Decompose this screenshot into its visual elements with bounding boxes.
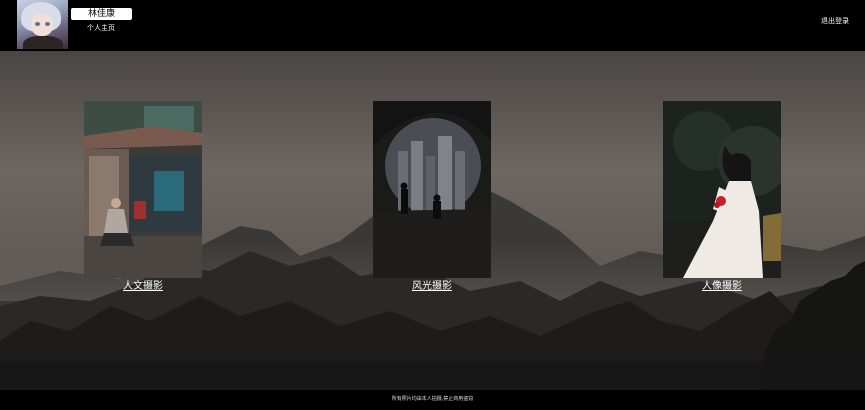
footer-copyright: 所有照片均由本人拍摄,禁止商用盗窃 [391,396,474,402]
footer: 所有照片均由本人拍摄,禁止商用盗窃 [0,390,865,410]
avatar[interactable] [17,0,68,49]
photo-label-portrait[interactable]: 人像摄影 [663,280,781,293]
photo-card-portrait[interactable] [663,101,781,278]
portrait-photo [663,101,781,278]
profile-link[interactable]: 个人主页 [87,24,115,33]
logout-link[interactable]: 退出登录 [821,17,849,26]
photo-card-landscape[interactable] [373,101,491,278]
photo-card-humanities[interactable] [84,101,202,278]
photo-label-landscape[interactable]: 风光摄影 [373,280,491,293]
username-label: 林佳康 [71,8,132,20]
cityscape-photo [373,101,491,278]
top-bar: 林佳康 个人主页 退出登录 [0,0,865,51]
photo-label-humanities[interactable]: 人文摄影 [84,280,202,293]
street-scene-photo [84,101,202,278]
